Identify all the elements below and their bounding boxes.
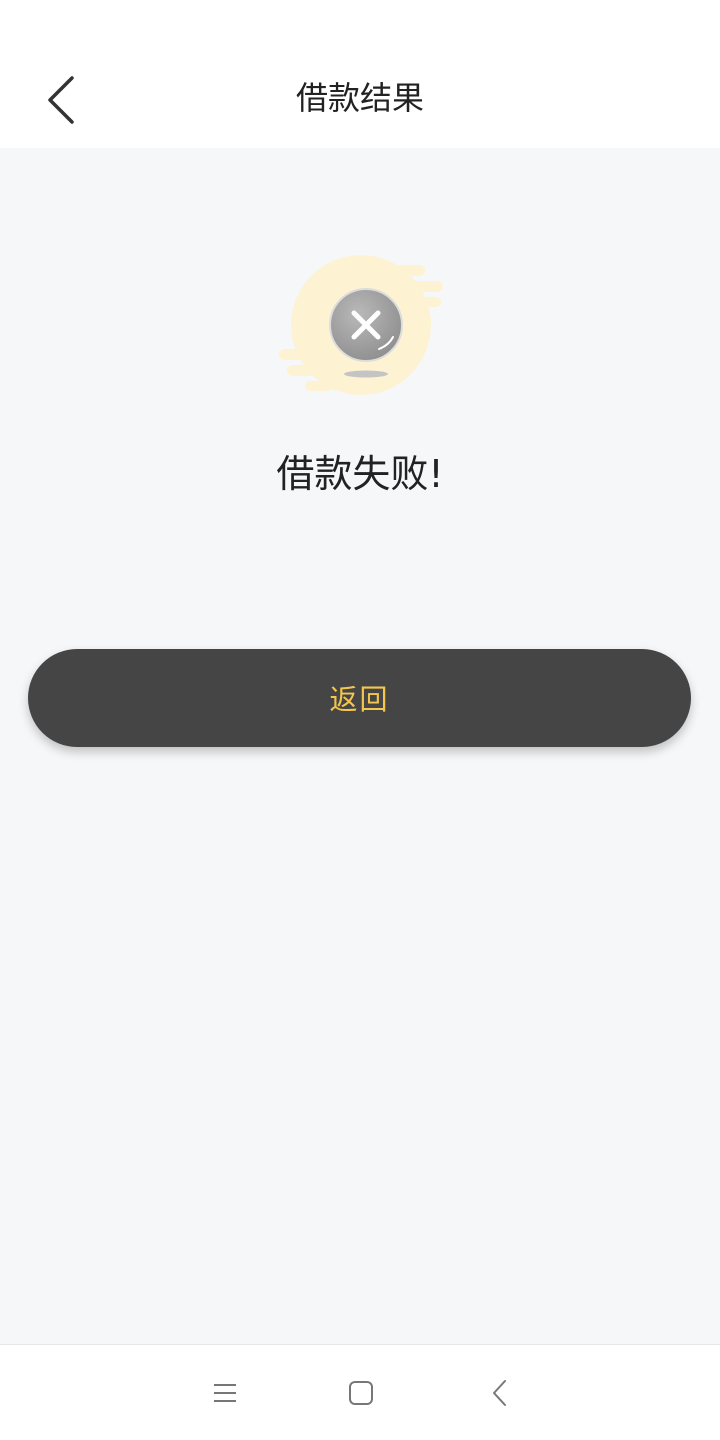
status-bar xyxy=(0,0,720,48)
home-square-icon xyxy=(349,1381,373,1405)
return-button-label: 返回 xyxy=(329,683,390,716)
failure-x-icon xyxy=(279,255,443,395)
page-title: 借款结果 xyxy=(295,79,424,117)
nav-bar: 借款结果 xyxy=(0,48,720,148)
back-button[interactable] xyxy=(30,68,94,132)
return-button[interactable]: 返回 xyxy=(28,649,691,747)
chevron-left-icon xyxy=(48,76,74,124)
system-back-button[interactable] xyxy=(478,1371,522,1415)
failure-illustration xyxy=(275,253,450,403)
menu-icon xyxy=(214,1384,236,1402)
result-content: 借款失败! 返回 xyxy=(0,148,720,1344)
system-menu-button[interactable] xyxy=(203,1371,247,1415)
system-home-button[interactable] xyxy=(339,1371,383,1415)
system-navigation-bar xyxy=(0,1344,720,1440)
back-chevron-icon xyxy=(493,1380,506,1406)
result-message: 借款失败! xyxy=(276,452,444,496)
